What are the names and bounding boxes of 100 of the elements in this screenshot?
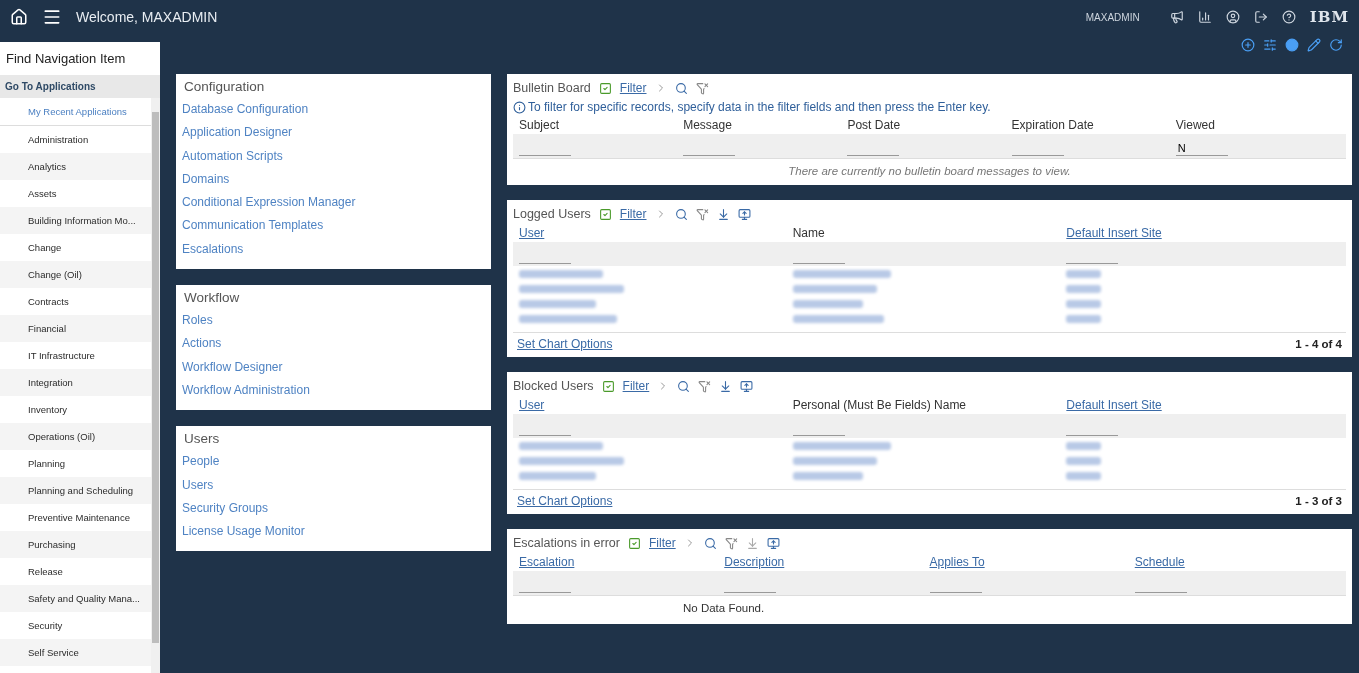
redacted-text [1066,471,1102,480]
sidebar-section-header[interactable]: Go To Applications [0,75,160,98]
empty-message: No Data Found. [513,595,1346,618]
app-link[interactable]: Security Groups [182,496,485,521]
info-message: To filter for specific records, specify data in the filter fields and then press the Enter key. [528,100,991,114]
column-header-link[interactable]: Description [724,555,785,569]
panel-title: Bulletin Board [513,81,591,95]
download-icon[interactable] [719,379,733,393]
column-header-link[interactable]: Default Insert Site [1066,226,1162,240]
redacted-text [1066,269,1102,278]
empty-message: There are currently no bulletin board messages to view. [513,158,1346,179]
app-link[interactable]: People [182,450,485,474]
chart-options-link[interactable]: Set Chart Options [517,494,613,508]
panel-title: Logged Users [513,207,591,221]
menu-icon[interactable] [42,7,62,27]
panel-title: Blocked Users [513,379,594,393]
add-icon[interactable] [1241,38,1255,52]
column-header-link[interactable]: Applies To [929,555,985,569]
logout-icon[interactable] [1253,10,1268,24]
app-link[interactable]: Communication Templates [182,214,485,238]
filter-field[interactable]: N [1175,142,1228,156]
redacted-text [1066,314,1102,323]
filter-link[interactable]: Filter [619,207,647,221]
chart-options-link[interactable]: Set Chart Options [517,337,613,351]
app-link[interactable]: Actions [182,332,485,356]
filter-toggle-icon[interactable] [598,81,612,95]
app-link[interactable]: Workflow Administration [182,378,485,403]
pencil-icon[interactable] [1307,38,1321,52]
search-icon[interactable] [677,379,691,393]
column-header: Message [683,118,732,132]
export-icon[interactable] [740,379,754,393]
card-title: Users [184,431,221,447]
column-header: Viewed [1175,118,1215,132]
info-icon [513,100,526,114]
download-icon[interactable] [716,207,730,221]
sidebar-item[interactable]: Self Service [0,639,151,666]
redacted-text [1066,299,1102,308]
export-icon[interactable] [766,536,780,550]
column-header: Subject [519,118,560,132]
app-link[interactable]: Escalations [182,237,485,262]
refresh-icon[interactable] [1329,38,1343,52]
app-link[interactable]: License Usage Monitor [182,520,485,544]
sidebar-item[interactable]: Analytics [0,153,151,180]
card-title: Workflow [184,290,241,306]
sidebar-item[interactable]: Change (Oil) [0,261,151,288]
column-header-link[interactable]: User [519,398,545,412]
sidebar-item[interactable]: Financial [0,315,151,342]
column-header-link[interactable]: Schedule [1134,555,1185,569]
record-count: 1 - 3 of 3 [1295,495,1342,507]
sidebar-item[interactable]: Integration [0,369,151,396]
export-icon[interactable] [737,207,751,221]
filter-toggle-icon[interactable] [628,536,641,550]
app-link[interactable]: Automation Scripts [182,144,485,168]
clear-filter-icon[interactable] [695,207,709,221]
filter-link[interactable]: Filter [619,81,647,95]
column-header-link[interactable]: Escalation [519,555,575,569]
record-count: 1 - 4 of 4 [1295,338,1342,350]
filter-toggle-icon[interactable] [601,379,615,393]
bar-chart-icon[interactable] [1197,10,1212,24]
sidebar-item[interactable]: Building Information Mo... [0,207,151,234]
user-icon[interactable] [1225,10,1240,24]
search-icon[interactable] [703,536,717,550]
sidebar-item[interactable]: Planning and Scheduling [0,477,151,504]
clear-filter-icon[interactable] [695,81,709,95]
scrollbar[interactable] [151,98,160,673]
redacted-text [1066,441,1102,450]
column-header: Expiration Date [1011,118,1094,132]
sidebar-item[interactable]: Purchasing [0,531,151,558]
filter-link[interactable]: Filter [622,379,650,393]
column-header: Personal (Must Be Fields) Name [792,398,967,412]
welcome-text: Welcome, MAXADMIN [76,9,218,25]
app-link[interactable]: Users [182,473,485,497]
filter-toggle-icon[interactable] [598,207,612,221]
sliders-icon[interactable] [1263,38,1277,52]
column-header: Post Date [847,118,901,132]
help-icon[interactable] [1281,10,1296,24]
app-link[interactable]: Conditional Expression Manager [182,191,485,215]
sidebar-item[interactable]: Safety and Quality Mana... [0,585,151,612]
sidebar-title: Find Navigation Item [5,50,127,68]
megaphone-icon[interactable] [1169,10,1184,24]
home-icon[interactable] [10,8,28,26]
column-header-link[interactable]: Default Insert Site [1066,398,1162,412]
app-link[interactable]: Database Configuration [182,98,485,122]
brand-logo: IBM [1309,8,1349,26]
app-link[interactable]: Workflow Designer [182,355,485,379]
clear-filter-icon[interactable] [724,536,738,550]
filter-link[interactable]: Filter [649,536,676,550]
search-icon[interactable] [674,207,688,221]
app-link[interactable]: Domains [182,167,485,192]
app-link[interactable]: Roles [182,309,485,333]
user-name: MAXADMIN [1085,11,1140,23]
column-header: Name [792,226,825,240]
search-icon[interactable] [674,81,688,95]
clear-filter-icon[interactable] [698,379,712,393]
card-title: Configuration [184,79,266,94]
circle-icon[interactable] [1285,38,1299,52]
sidebar-item[interactable]: Operations (Oil) [0,423,151,450]
app-link[interactable]: Application Designer [182,121,485,145]
column-header-link[interactable]: User [519,226,545,240]
redacted-text [1066,284,1102,293]
